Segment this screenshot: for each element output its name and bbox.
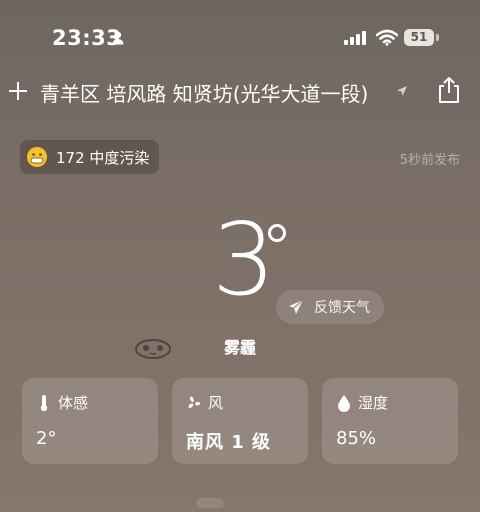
air-quality-badge[interactable]: 172 中度污染 <box>20 140 160 174</box>
humidity-value: 85% <box>336 428 377 449</box>
paper-plane-icon <box>289 299 304 314</box>
humidity-label: 湿度 <box>358 394 389 412</box>
battery-indicator: 51 <box>404 29 434 46</box>
feels-like-value: 2° <box>36 428 57 449</box>
cellular-signal-icon <box>344 31 366 45</box>
air-quality-face-icon <box>27 147 47 167</box>
current-temperature: 3 <box>212 201 276 318</box>
location-header: 青羊区 培风路 知贤坊(光华大道一段) <box>0 76 480 108</box>
degree-symbol <box>268 224 286 242</box>
wind-value: 南风 1 级 <box>186 432 272 453</box>
wind-label: 风 <box>208 394 224 412</box>
air-quality-label: 172 中度污染 <box>56 148 150 167</box>
mascot-sticker-icon <box>135 339 171 359</box>
publish-time: 5秒前发布 <box>399 153 460 168</box>
status-time: 23:33 <box>52 26 122 50</box>
thermometer-icon <box>40 395 48 412</box>
location-arrow-icon <box>397 86 407 96</box>
add-city-icon[interactable] <box>8 81 28 101</box>
wifi-icon <box>376 29 398 46</box>
status-bar: 23:33 51 <box>0 22 480 56</box>
water-drop-icon <box>338 395 350 412</box>
location-title[interactable]: 青羊区 培风路 知贤坊(光华大道一段) <box>40 78 368 107</box>
humidity-card[interactable]: 湿度 85% <box>322 378 458 464</box>
battery-cap <box>436 34 439 41</box>
feels-like-card[interactable]: 体感 2° <box>22 378 158 464</box>
share-icon[interactable] <box>436 76 462 104</box>
feedback-weather-button[interactable]: 反馈天气 <box>276 290 384 324</box>
fan-icon <box>188 396 201 408</box>
feels-like-label: 体感 <box>58 394 89 412</box>
weather-condition: 雾霾 <box>224 338 257 357</box>
feedback-label: 反馈天气 <box>314 300 370 316</box>
person-icon <box>112 31 124 45</box>
wind-card[interactable]: 风 南风 1 级 <box>172 378 308 464</box>
bottom-partial-element <box>196 498 224 508</box>
